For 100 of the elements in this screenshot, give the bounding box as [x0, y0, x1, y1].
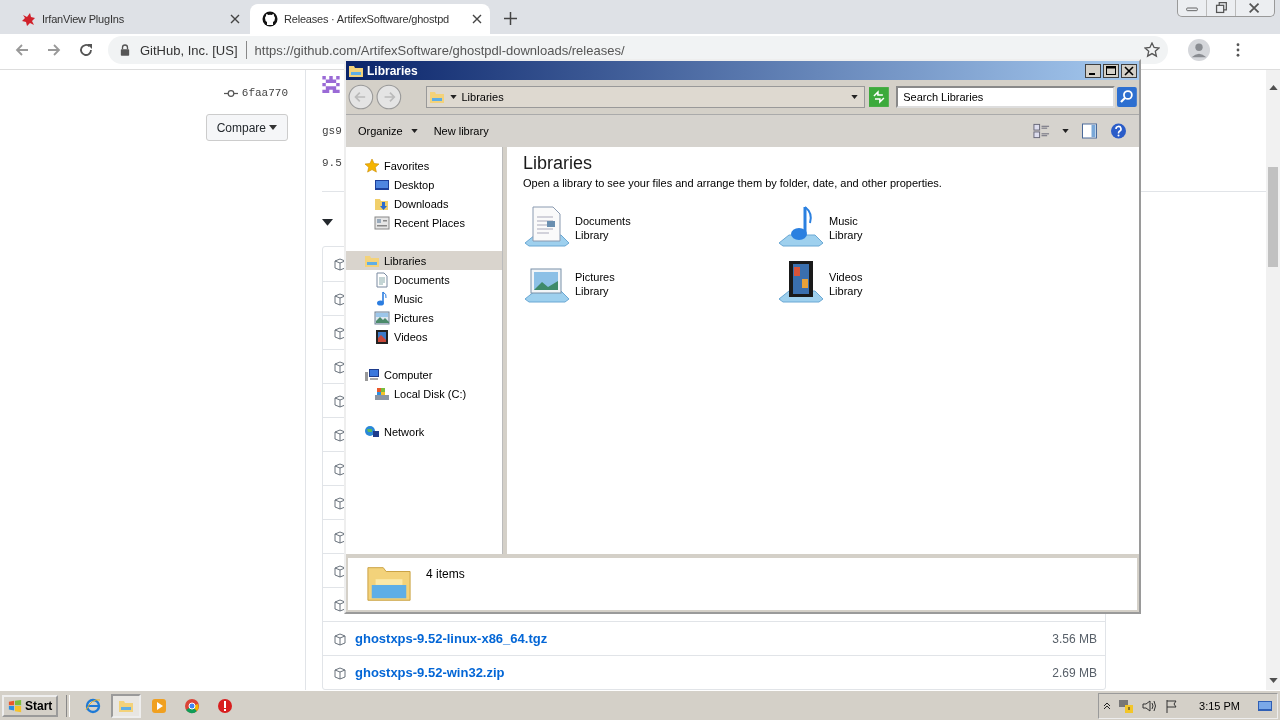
compare-button[interactable]: Compare: [205, 114, 288, 141]
dropdown-icon[interactable]: [851, 95, 859, 99]
menu-icon[interactable]: [1236, 43, 1240, 57]
package-icon: [333, 461, 347, 476]
star-icon: [364, 157, 380, 174]
caret-icon[interactable]: [449, 95, 457, 99]
help-icon[interactable]: [1110, 123, 1127, 139]
browser-tab[interactable]: Releases · ArtifexSoftware/ghostpd: [250, 4, 490, 34]
release-version: 9.5: [322, 157, 342, 170]
scroll-down-icon[interactable]: [1268, 678, 1278, 683]
package-icon: [333, 665, 347, 680]
nav-item[interactable]: Documents: [346, 270, 502, 289]
lock-icon: [120, 44, 130, 56]
nav-item[interactable]: Libraries: [346, 251, 502, 270]
start-button[interactable]: Start: [2, 694, 59, 717]
package-icon: [333, 257, 347, 271]
caret-icon: [410, 129, 418, 133]
pictures-icon: [374, 309, 390, 326]
library-type: Library: [829, 284, 863, 298]
stop-icon: [217, 697, 234, 714]
breadcrumb[interactable]: Libraries: [461, 91, 504, 103]
command-button[interactable]: New library: [427, 122, 495, 140]
nav-item[interactable]: Music: [346, 289, 502, 308]
package-icon: [333, 393, 347, 408]
description: Open a library to see your files and arrange them by folder, date, and other properties.: [523, 177, 943, 189]
release-tag: gs9: [322, 125, 342, 138]
browser-e-icon: [85, 697, 102, 714]
new-tab-icon[interactable]: [504, 12, 517, 25]
nav-item[interactable]: Favorites: [346, 156, 502, 175]
computer-icon: [364, 366, 380, 383]
command-button[interactable]: Organize: [352, 122, 424, 140]
refresh-icon[interactable]: [869, 87, 890, 107]
bookmark-icon[interactable]: [1144, 42, 1160, 58]
browser-tab[interactable]: IrfanView PlugIns: [8, 4, 248, 34]
profile-icon[interactable]: [1188, 39, 1210, 61]
library-name[interactable]: Documents: [575, 214, 631, 228]
url-text: https://github.com/ArtifexSoftware/ghostpdl-downloads/releases/: [254, 42, 625, 58]
documents-icon: [374, 271, 390, 288]
maximize-icon[interactable]: [1103, 63, 1119, 78]
close-icon[interactable]: [230, 14, 240, 24]
clock[interactable]: 3:15 PM: [1199, 699, 1240, 712]
package-icon: [333, 291, 347, 306]
disk-icon: [374, 385, 390, 402]
close-icon[interactable]: [1121, 63, 1137, 78]
nav-item[interactable]: Desktop: [346, 175, 502, 194]
expand-icon[interactable]: [322, 219, 333, 226]
caret-icon: [269, 125, 277, 130]
search-field[interactable]: Search Libraries: [896, 86, 1116, 108]
commit-icon: [223, 88, 238, 98]
nav-item[interactable]: Downloads: [346, 194, 502, 213]
music-icon: [374, 290, 390, 307]
library-name[interactable]: Pictures: [575, 270, 615, 284]
page-heading: Libraries: [523, 153, 594, 174]
package-icon: [333, 359, 347, 374]
view-icon[interactable]: [1033, 123, 1050, 139]
package-icon: [333, 427, 347, 442]
asset-size: 2.69 MB: [1052, 665, 1097, 680]
minimize-icon[interactable]: [1085, 63, 1101, 78]
window-title: Libraries: [367, 63, 418, 78]
network-icon[interactable]: [1118, 697, 1135, 714]
back-icon[interactable]: [14, 42, 30, 58]
scroll-up-icon[interactable]: [1268, 85, 1278, 90]
network-icon: [364, 423, 380, 440]
folder-icon: [428, 89, 445, 105]
package-icon: [333, 495, 347, 510]
nav-item[interactable]: Network: [346, 422, 502, 441]
nav-item[interactable]: Computer: [346, 365, 502, 384]
site-name: GitHub, Inc. [US]: [140, 42, 238, 58]
caret-icon[interactable]: [1062, 129, 1069, 133]
commit-hash[interactable]: 6faa770: [241, 87, 288, 99]
library-type: Library: [575, 284, 610, 298]
nav-item[interactable]: Local Disk (C:): [346, 384, 502, 403]
scrollbar[interactable]: [1266, 70, 1280, 690]
package-icon: [333, 563, 347, 578]
nav-item[interactable]: Pictures: [346, 308, 502, 327]
search-icon[interactable]: [1117, 87, 1137, 107]
library-name[interactable]: Music: [829, 214, 863, 228]
chrome-icon: [184, 697, 201, 714]
address-field[interactable]: Libraries: [425, 86, 866, 108]
asset-size: 3.56 MB: [1052, 631, 1097, 646]
asset-link[interactable]: ghostxps-9.52-win32.zip: [355, 665, 505, 680]
library-type: Library: [575, 228, 610, 242]
library-type: Library: [829, 228, 863, 242]
forward-icon[interactable]: [46, 42, 62, 58]
library-name[interactable]: Videos: [829, 270, 863, 284]
package-icon: [333, 529, 347, 544]
close-icon[interactable]: [472, 14, 482, 24]
reload-icon[interactable]: [78, 42, 94, 58]
github-icon: [262, 11, 278, 27]
nav-item[interactable]: Videos: [346, 327, 502, 346]
scroll-thumb[interactable]: [1268, 167, 1278, 267]
volume-icon[interactable]: [1141, 697, 1158, 714]
chevron-up-icon[interactable]: [1103, 701, 1112, 710]
avatar-icon: [322, 76, 340, 94]
nav-item[interactable]: Recent Places: [346, 213, 502, 232]
preview-pane-icon[interactable]: [1081, 123, 1098, 139]
asset-link[interactable]: ghostxps-9.52-linux-x86_64.tgz: [355, 631, 548, 646]
package-icon: [333, 597, 347, 612]
windows-logo-icon: [8, 698, 22, 713]
play-icon: [151, 697, 168, 714]
